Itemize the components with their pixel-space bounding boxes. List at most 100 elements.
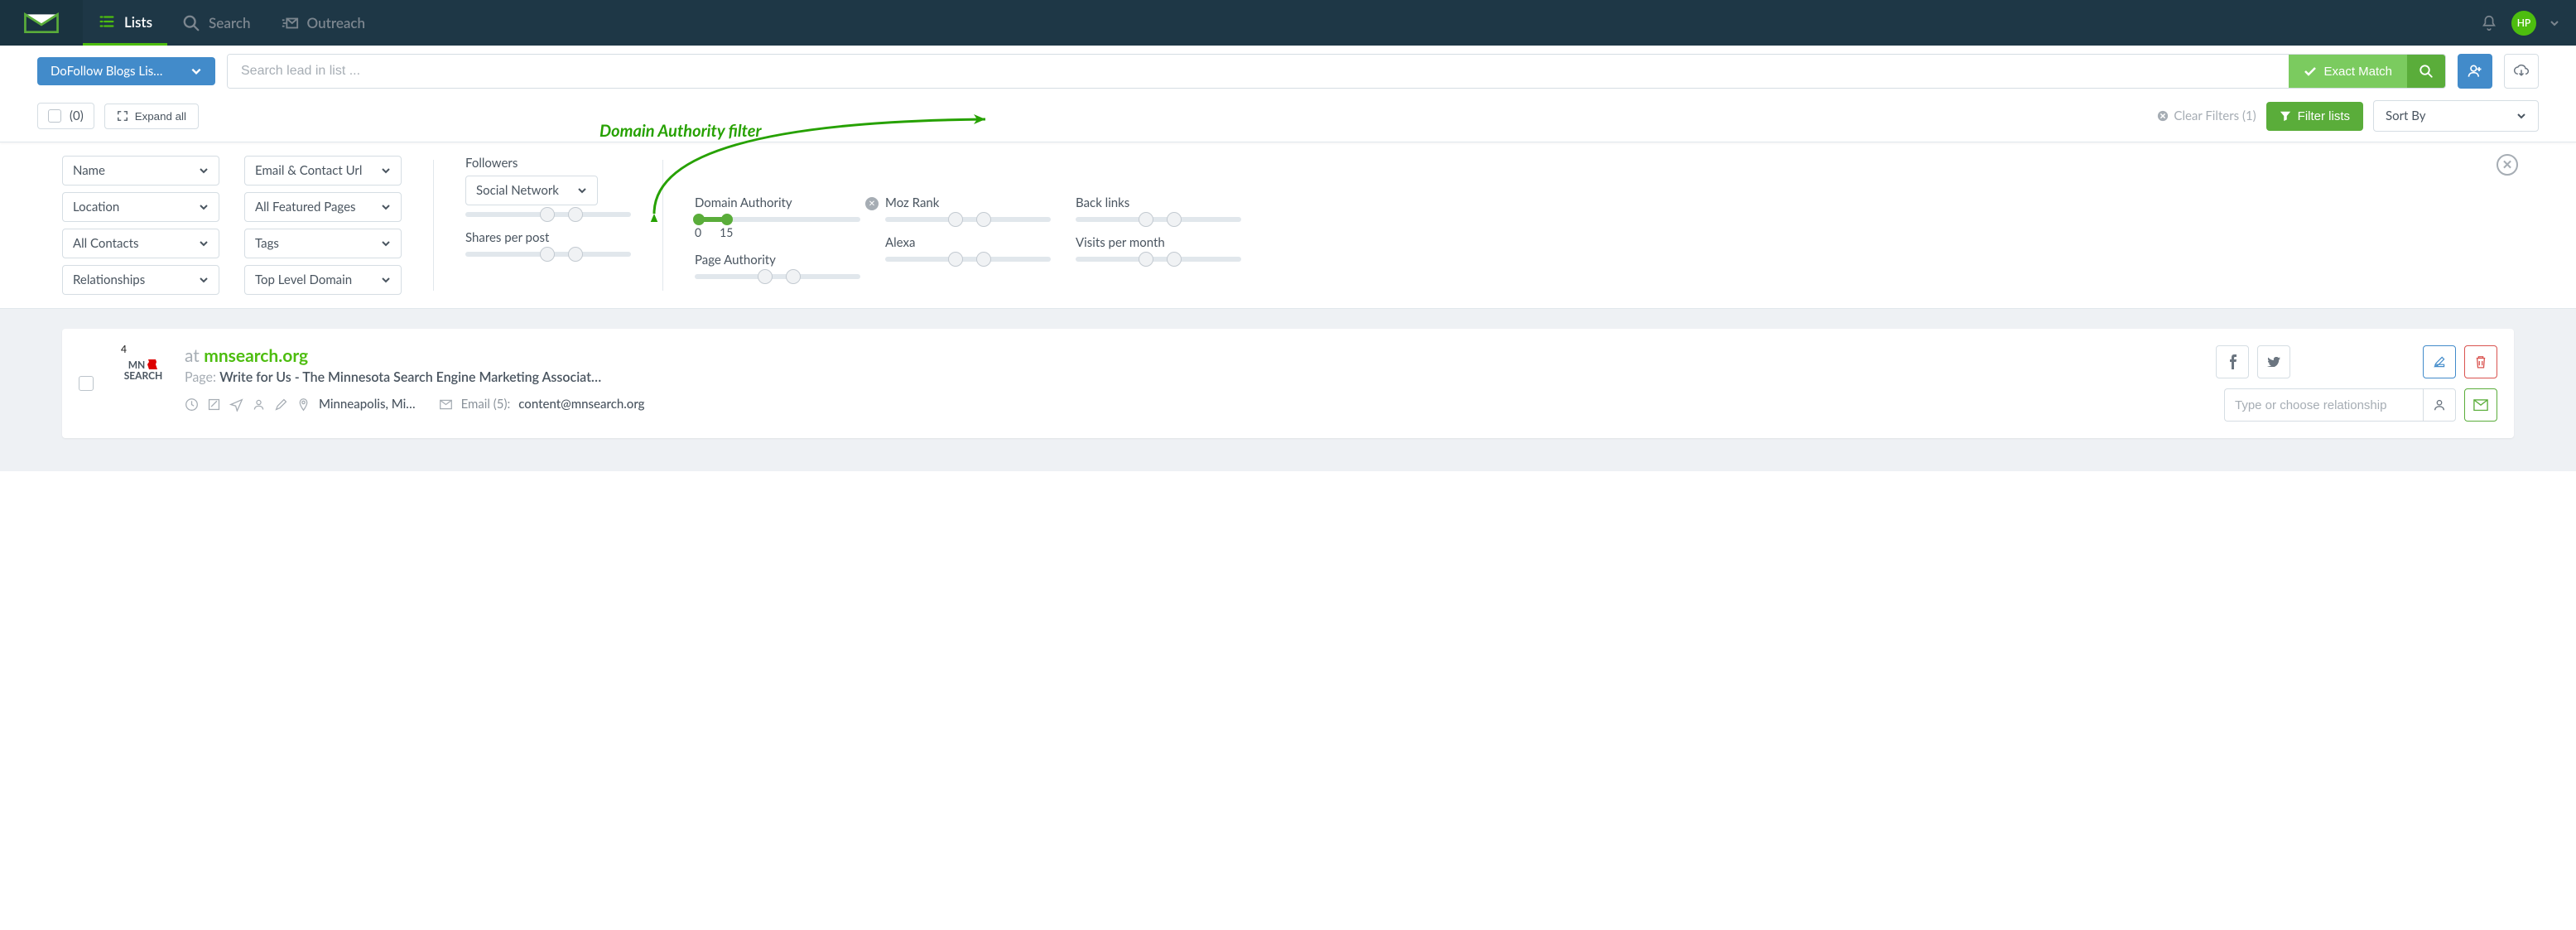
relationship-person-button[interactable] <box>2423 388 2456 422</box>
pa-slider[interactable] <box>695 274 860 279</box>
nav-search[interactable]: Search <box>167 0 265 46</box>
location-filter[interactable]: Location <box>62 192 219 222</box>
results-area: 4 MN SEARCH at mnsearch.org Page: Write … <box>0 309 2576 471</box>
delete-button[interactable] <box>2464 345 2497 378</box>
visits-slider[interactable] <box>1076 257 1241 262</box>
state-icon <box>147 359 158 370</box>
add-contact-button[interactable] <box>2458 54 2492 89</box>
result-avatar: 4 MN SEARCH <box>118 345 168 395</box>
relationships-filter[interactable]: Relationships <box>62 265 219 295</box>
shares-filter: Shares per post <box>465 230 631 257</box>
nav-lists-label: Lists <box>124 13 152 31</box>
result-card: 4 MN SEARCH at mnsearch.org Page: Write … <box>62 329 2514 438</box>
trash-icon <box>2475 355 2487 369</box>
result-actions <box>2216 345 2497 422</box>
slider-column-1: Followers Social Network Shares per post <box>465 156 631 295</box>
note-icon[interactable] <box>207 398 221 412</box>
alexa-slider[interactable] <box>885 257 1051 262</box>
filter-column-2: Email & Contact Url All Featured Pages T… <box>244 156 402 295</box>
result-info: at mnsearch.org Page: Write for Us - The… <box>185 345 2199 422</box>
facebook-button[interactable] <box>2216 345 2249 378</box>
chevron-down-icon <box>190 65 202 77</box>
topbar: Lists Search Outreach HP <box>0 0 2576 46</box>
da-slider[interactable] <box>695 217 860 222</box>
list-select[interactable]: DoFollow Blogs Lis… <box>37 57 215 85</box>
result-checkbox[interactable] <box>79 376 94 391</box>
shares-slider[interactable] <box>465 252 631 257</box>
pencil-icon[interactable] <box>274 398 288 412</box>
select-all-checkbox[interactable]: (0) <box>37 103 94 129</box>
list-select-label: DoFollow Blogs Lis… <box>51 64 162 79</box>
list-icon <box>98 12 116 31</box>
edit-icon <box>2433 355 2446 369</box>
alexa-filter: Alexa <box>885 235 1051 262</box>
tags-filter[interactable]: Tags <box>244 229 402 258</box>
bell-icon[interactable] <box>2480 14 2498 32</box>
relationship-input[interactable] <box>2224 388 2423 422</box>
followers-filter: Followers Social Network <box>465 156 631 217</box>
chevron-down-icon <box>381 202 391 212</box>
expand-icon <box>117 110 128 122</box>
chevron-down-icon <box>199 275 209 285</box>
clock-icon[interactable] <box>185 398 199 412</box>
location-text[interactable]: Minneapolis, Mi… <box>319 397 416 412</box>
email-value[interactable]: content@mnsearch.org <box>518 397 644 412</box>
domain-authority-filter: Domain Authority ✕ 015 <box>695 195 860 239</box>
domain-link[interactable]: mnsearch.org <box>204 345 308 366</box>
edit-button[interactable] <box>2423 345 2456 378</box>
visits-filter: Visits per month <box>1076 235 1241 262</box>
expand-all-button[interactable]: Expand all <box>104 104 199 129</box>
moz-rank-filter: Moz Rank <box>885 195 1051 222</box>
checkbox-icon <box>48 109 61 123</box>
moz-slider[interactable] <box>885 217 1051 222</box>
slider-column-2: Domain Authority ✕ 015 Page Authority <box>695 156 860 295</box>
filter-column-1: Name Location All Contacts Relationships <box>62 156 219 295</box>
email-label: Email (5): <box>461 397 511 412</box>
close-filter-panel[interactable]: ✕ <box>2497 154 2518 176</box>
backlinks-slider[interactable] <box>1076 217 1241 222</box>
toolbar-row-1: DoFollow Blogs Lis… Exact Match <box>0 46 2576 97</box>
page-line: Page: Write for Us - The Minnesota Searc… <box>185 369 615 385</box>
filter-panel: Name Location All Contacts Relationships… <box>0 142 2576 309</box>
twitter-icon <box>2267 357 2280 368</box>
search-icon <box>182 14 200 32</box>
chevron-down-icon <box>199 202 209 212</box>
sort-by-select[interactable]: Sort By <box>2373 100 2539 132</box>
send-icon[interactable] <box>229 398 243 412</box>
chevron-down-icon[interactable] <box>2550 18 2559 28</box>
user-avatar[interactable]: HP <box>2511 11 2536 36</box>
send-email-button[interactable] <box>2464 388 2497 422</box>
twitter-button[interactable] <box>2257 345 2290 378</box>
social-network-select[interactable]: Social Network <box>465 176 598 205</box>
name-filter[interactable]: Name <box>62 156 219 186</box>
page-title[interactable]: Write for Us - The Minnesota Search Engi… <box>219 369 601 385</box>
featured-pages-filter[interactable]: All Featured Pages <box>244 192 402 222</box>
person-icon[interactable] <box>252 398 266 412</box>
toolbar-row-2: (0) Expand all Clear Filters (1) Filter … <box>0 97 2576 142</box>
download-cloud-icon <box>2513 63 2530 80</box>
chevron-down-icon <box>381 166 391 176</box>
app-logo <box>0 0 83 46</box>
clear-filters-link[interactable]: Clear Filters (1) <box>2157 108 2256 123</box>
chevron-down-icon <box>577 186 587 195</box>
selected-count: (0) <box>70 108 84 123</box>
chevron-down-icon <box>2516 111 2526 121</box>
person-plus-icon <box>2467 63 2483 80</box>
funnel-icon <box>2280 110 2291 122</box>
meta-line: Minneapolis, Mi… Email (5): content@mnse… <box>185 397 2199 412</box>
email-contact-filter[interactable]: Email & Contact Url <box>244 156 402 186</box>
da-clear-button[interactable]: ✕ <box>865 197 879 210</box>
followers-slider[interactable] <box>465 212 631 217</box>
slider-column-4: Back links Visits per month <box>1076 156 1241 295</box>
check-icon <box>2304 65 2317 78</box>
contacts-filter[interactable]: All Contacts <box>62 229 219 258</box>
nav-lists[interactable]: Lists <box>83 0 167 46</box>
exact-match-button[interactable]: Exact Match <box>2289 55 2407 88</box>
nav-outreach[interactable]: Outreach <box>266 0 381 46</box>
download-button[interactable] <box>2504 54 2539 89</box>
mail-icon <box>439 398 453 412</box>
search-go-button[interactable] <box>2407 55 2445 88</box>
search-input[interactable] <box>228 55 2289 88</box>
filter-lists-button[interactable]: Filter lists <box>2266 102 2363 131</box>
tld-filter[interactable]: Top Level Domain <box>244 265 402 295</box>
